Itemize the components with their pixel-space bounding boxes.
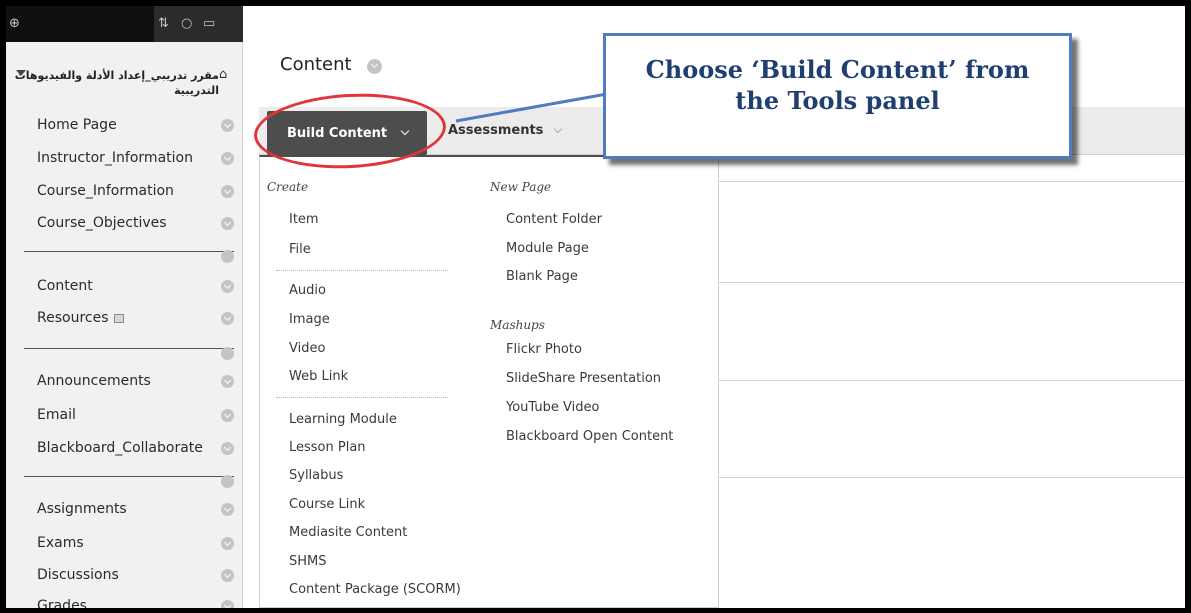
instruction-callout: Choose ‘Build Content’ from the Tools pa… [603,33,1072,159]
divider-chevron-icon[interactable] [221,347,234,360]
menu-item-image[interactable]: Image [289,312,330,327]
chevron-down-icon[interactable] [221,375,234,388]
menu-item-blackboard-open-content[interactable]: Blackboard Open Content [506,429,673,444]
sidebar-item-resources[interactable]: Resources [6,304,243,334]
content-divider [719,477,1185,478]
menu-item-item[interactable]: Item [289,212,319,227]
content-divider [719,380,1185,381]
chevron-down-icon[interactable] [221,280,234,293]
home-icon: ⌂ [219,67,228,82]
sidebar-item-label: Announcements [37,373,151,389]
sidebar-item-exams[interactable]: Exams [6,529,243,559]
content-divider [719,282,1185,283]
chevron-down-icon[interactable] [221,569,234,582]
sidebar-item-label: Content [37,278,93,294]
menu-item-content-folder[interactable]: Content Folder [506,212,602,227]
sidebar-item-label: Course_Information [37,183,174,199]
menu-item-module-page[interactable]: Module Page [506,241,589,256]
chevron-down-icon[interactable] [221,185,234,198]
sidebar-item-content[interactable]: Content [6,272,243,302]
sidebar-item-course-information[interactable]: Course_Information [6,177,243,207]
menu-divider [24,251,234,252]
sidebar-item-label: Instructor_Information [37,150,193,166]
sidebar-item-label: Discussions [37,567,119,583]
sidebar-item-announcements[interactable]: Announcements [6,367,243,397]
menu-item-learning-module[interactable]: Learning Module [289,412,397,427]
sidebar-item-course-objectives[interactable]: Course_Objectives [6,209,243,239]
menu-separator [276,270,448,271]
menu-item-content-package-scorm[interactable]: Content Package (SCORM) [289,582,461,597]
sidebar-item-grades[interactable]: Grades [6,592,243,608]
sidebar-item-label: Home Page [37,117,117,133]
divider-chevron-icon[interactable] [221,475,234,488]
menu-item-web-link[interactable]: Web Link [289,369,348,384]
mashups-heading: Mashups [490,318,545,332]
sidebar-item-label: Exams [37,535,84,551]
menu-item-mediasite-content[interactable]: Mediasite Content [289,525,407,540]
menu-item-course-link[interactable]: Course Link [289,497,365,512]
sidebar-item-assignments[interactable]: Assignments [6,495,243,525]
hidden-from-students-icon [113,314,124,323]
sidebar-item-label: Assignments [37,501,127,517]
menu-divider [24,348,234,349]
menu-item-video[interactable]: Video [289,341,325,356]
sidebar-item-label: Email [37,407,76,423]
folder-view-icon[interactable]: ▭ [203,15,215,33]
reorder-arrows-icon[interactable]: ⇅ [158,15,169,33]
callout-line-1: Choose ‘Build Content’ from [645,55,1030,84]
course-menu-sidebar: ⊕ ⇅ ○ ▭ مقرر تدريبي_إعداد الأدلة والفيدي… [6,6,243,608]
menu-item-blank-page[interactable]: Blank Page [506,269,578,284]
course-title[interactable]: مقرر تدريبي_إعداد الأدلة والفيديوهات الت… [14,68,219,98]
create-heading: Create [267,180,309,194]
new-page-heading: New Page [490,180,552,194]
chevron-down-icon[interactable] [221,409,234,422]
menu-item-file[interactable]: File [289,242,311,257]
sidebar-item-discussions[interactable]: Discussions [6,561,243,591]
divider-chevron-icon[interactable] [221,250,234,263]
sidebar-item-email[interactable]: Email [6,401,243,431]
chevron-down-icon[interactable] [221,600,234,608]
sidebar-item-home-page[interactable]: Home Page [6,111,243,141]
sidebar-item-blackboard-collaborate[interactable]: Blackboard_Collaborate [6,434,243,464]
title-chevron-down-icon[interactable] [367,59,382,74]
sidebar-item-label: Resources [37,310,109,326]
menu-item-youtube-video[interactable]: YouTube Video [506,400,599,415]
chevron-down-icon[interactable] [221,312,234,325]
menu-separator [276,397,448,398]
sidebar-item-instructor-information[interactable]: Instructor_Information [6,144,243,174]
sidebar-item-label: Course_Objectives [37,215,167,231]
refresh-icon[interactable]: ○ [181,15,192,33]
sidebar-item-label: Grades [37,598,87,608]
add-menu-item-icon[interactable]: ⊕ [9,15,20,33]
page-title: Content [280,54,352,75]
chevron-down-icon[interactable] [221,119,234,132]
assessments-button[interactable]: Assessments [448,123,543,138]
callout-line-2: the Tools panel [735,86,940,115]
sidebar-item-label: Blackboard_Collaborate [37,440,203,456]
chevron-down-icon[interactable] [221,217,234,230]
build-content-dropdown: Create Item File Audio Image Video Web L… [259,155,719,608]
menu-divider [24,476,234,477]
menu-item-slideshare-presentation[interactable]: SlideShare Presentation [506,371,661,386]
menu-item-lesson-plan[interactable]: Lesson Plan [289,440,366,455]
chevron-down-icon[interactable] [221,442,234,455]
menu-item-syllabus[interactable]: Syllabus [289,468,343,483]
chevron-down-icon[interactable] [221,152,234,165]
menu-item-flickr-photo[interactable]: Flickr Photo [506,342,582,357]
content-divider [719,181,1185,182]
chevron-down-icon[interactable] [221,537,234,550]
chevron-down-icon[interactable] [221,503,234,516]
course-menu-toolbar: ⊕ ⇅ ○ ▭ [6,6,243,42]
menu-item-shms[interactable]: SHMS [289,554,327,569]
menu-item-audio[interactable]: Audio [289,283,326,298]
